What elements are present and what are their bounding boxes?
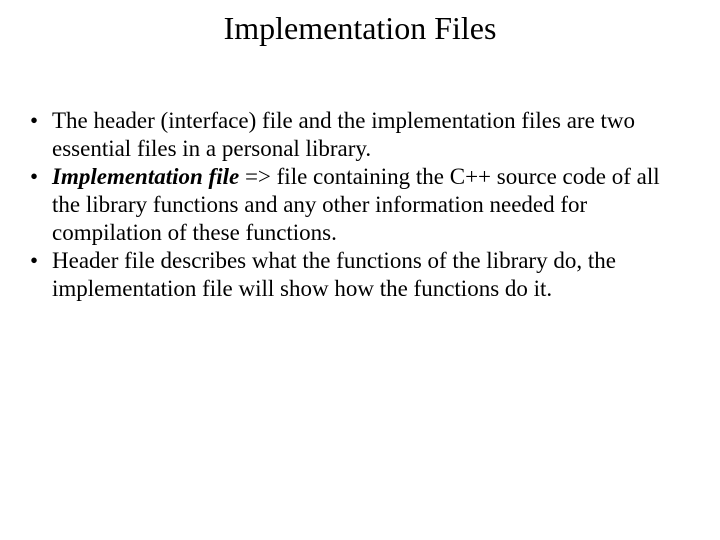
bullet-text: The header (interface) file and the impl… [52,108,635,161]
slide: Implementation Files The header (interfa… [0,0,720,540]
list-item: Implementation file => file containing t… [30,163,690,247]
list-item: The header (interface) file and the impl… [30,107,690,163]
bullet-list: The header (interface) file and the impl… [30,107,690,303]
slide-title: Implementation Files [0,10,720,47]
slide-body: The header (interface) file and the impl… [0,107,720,303]
bullet-text: Header file describes what the functions… [52,248,616,301]
list-item: Header file describes what the functions… [30,247,690,303]
bullet-emph: Implementation file [52,164,239,189]
